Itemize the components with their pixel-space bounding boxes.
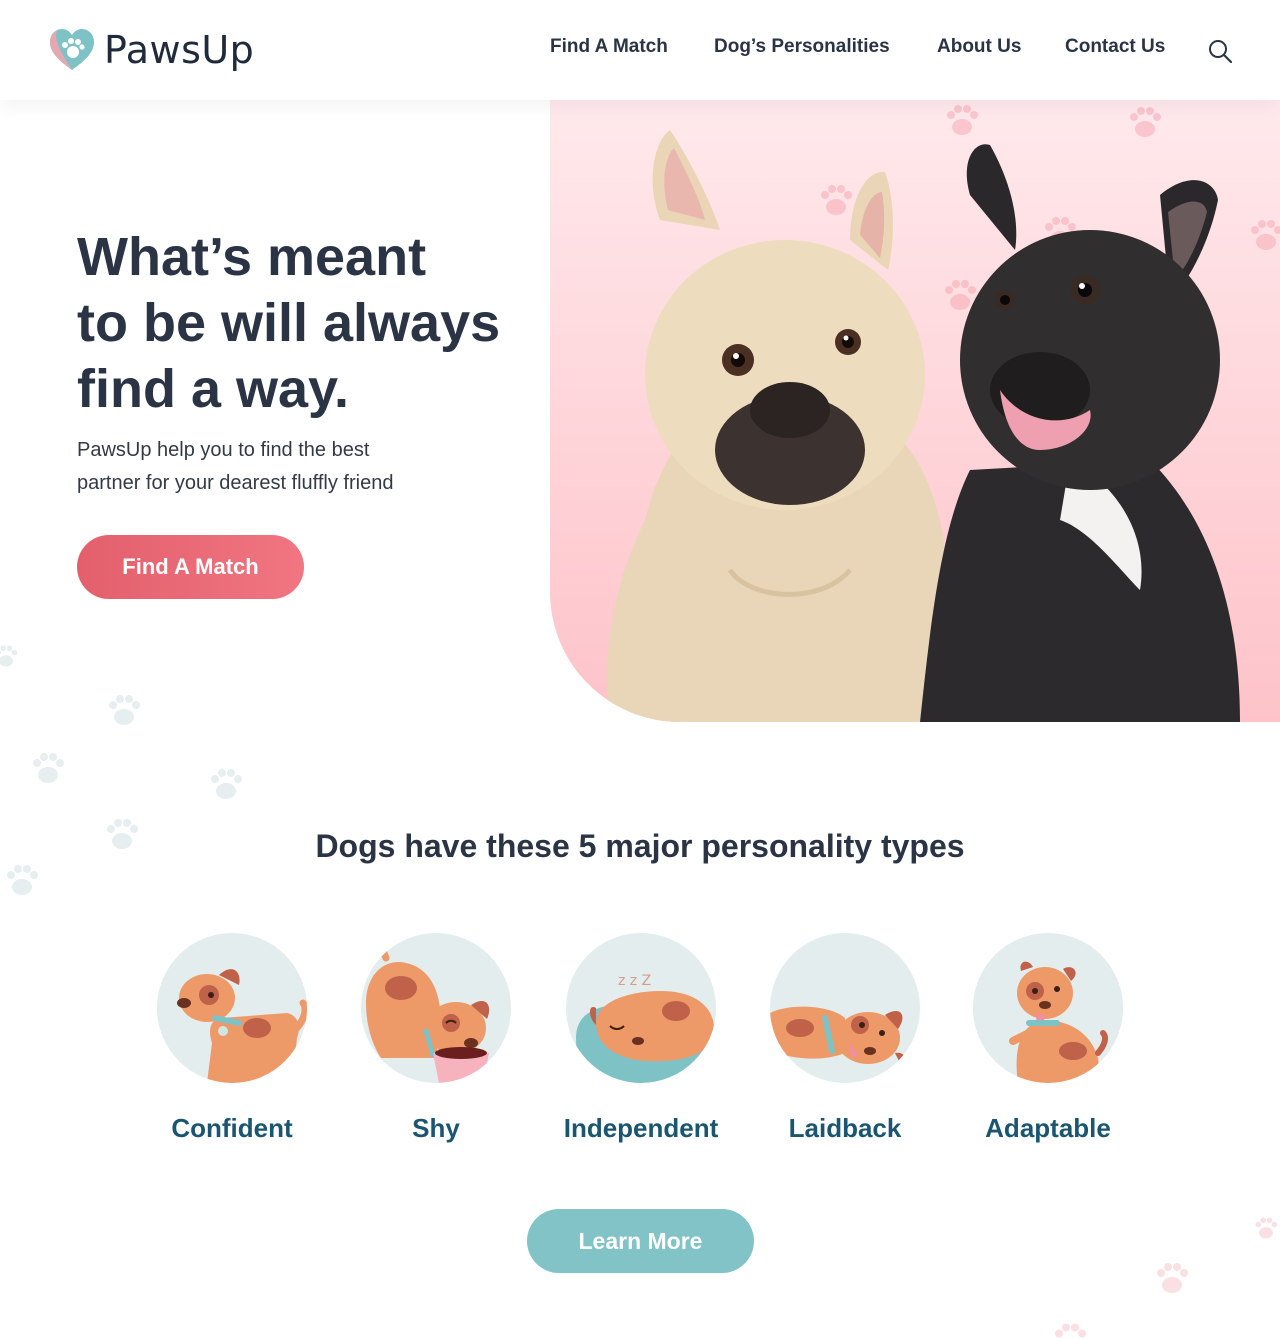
- hero-subtext-line: partner for your dearest fluffly friend: [77, 472, 394, 494]
- laidback-dog-icon: [770, 933, 920, 1083]
- site-header: PawsUp Find A Match Dog’s Personalities …: [0, 0, 1280, 100]
- hero-headline: What’s meant to be will always find a wa…: [77, 224, 537, 422]
- paw-print-icon: [7, 865, 38, 895]
- personality-independent[interactable]: z z Z Independent: [541, 933, 741, 1144]
- search-icon[interactable]: [1207, 38, 1233, 64]
- hero-headline-line: What’s meant: [77, 227, 427, 287]
- independent-dog-icon: z z Z: [566, 933, 716, 1083]
- french-bulldogs-illustration: [607, 105, 1280, 722]
- paw-print-icon: [1255, 1217, 1278, 1239]
- paw-print-icon: [33, 753, 64, 783]
- heart-paw-logo-icon: [50, 29, 94, 70]
- paw-print-icon: [211, 769, 242, 799]
- confident-dog-icon: [157, 933, 307, 1083]
- shy-dog-icon: [361, 933, 511, 1083]
- personality-label: Shy: [412, 1113, 460, 1143]
- nav-dogs-personalities[interactable]: Dog’s Personalities: [714, 36, 890, 58]
- hero-subtext: PawsUp help you to find the best partner…: [77, 434, 467, 500]
- paw-print-icon: [1157, 1263, 1188, 1293]
- find-a-match-button[interactable]: Find A Match: [77, 535, 304, 599]
- hero-subtext-line: PawsUp help you to find the best: [77, 439, 370, 461]
- paw-print-icon: [109, 695, 140, 725]
- personality-label: Independent: [563, 1113, 719, 1143]
- personality-confident[interactable]: Confident: [132, 933, 332, 1144]
- personality-label: Laidback: [788, 1113, 902, 1143]
- logo[interactable]: PawsUp: [48, 25, 254, 75]
- logo-text: PawsUp: [104, 28, 255, 72]
- personalities-title: Dogs have these 5 major personality type…: [315, 828, 965, 864]
- paw-print-icon: [0, 645, 18, 667]
- personality-shy[interactable]: Shy: [336, 933, 536, 1144]
- personality-label: Confident: [171, 1113, 293, 1143]
- nav-find-a-match[interactable]: Find A Match: [550, 36, 668, 58]
- paw-print-icon: [1055, 1323, 1086, 1338]
- personality-laidback[interactable]: Laidback: [745, 933, 945, 1144]
- adaptable-dog-icon: [973, 933, 1123, 1083]
- personality-label: Adaptable: [985, 1113, 1111, 1143]
- learn-more-button[interactable]: Learn More: [527, 1209, 754, 1273]
- hero-dogs-image: [550, 100, 1280, 722]
- black-bulldog: [920, 144, 1240, 722]
- personality-adaptable[interactable]: Adaptable: [948, 933, 1148, 1144]
- fawn-bulldog: [607, 130, 950, 722]
- nav-contact-us[interactable]: Contact Us: [1065, 36, 1165, 58]
- svg-text:z z Z: z z Z: [618, 973, 651, 989]
- hero-headline-line: to be will always: [77, 293, 501, 353]
- nav-about-us[interactable]: About Us: [937, 36, 1021, 58]
- hero-headline-line: find a way.: [77, 359, 350, 419]
